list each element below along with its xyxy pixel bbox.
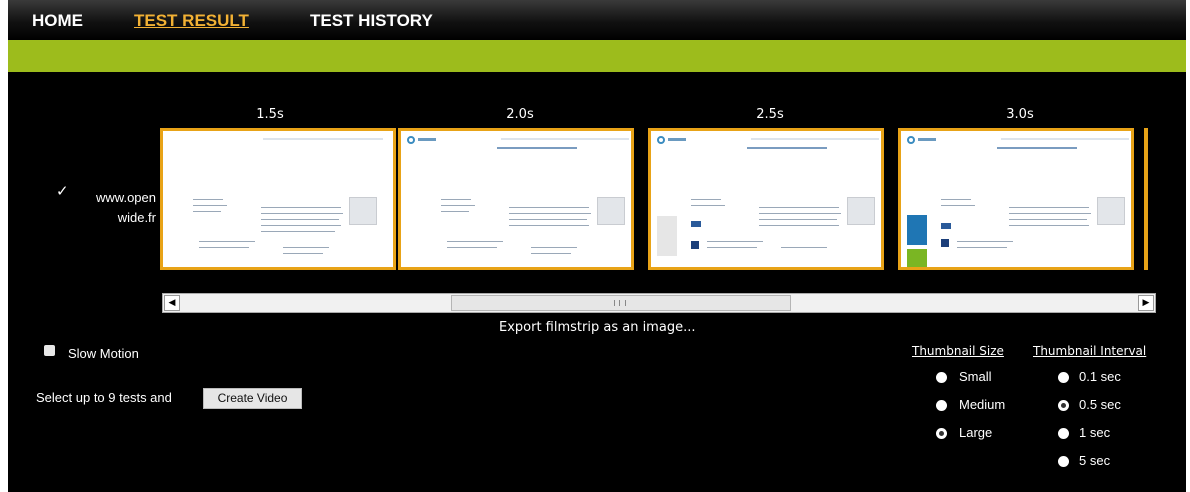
nav-test-history[interactable]: TEST HISTORY — [310, 11, 433, 31]
frame-time-label: 2.5s — [756, 107, 784, 122]
export-filmstrip-link[interactable]: Export filmstrip as an image... — [499, 320, 695, 335]
test-url-label: www.open — [96, 190, 156, 205]
radio-label: Large — [959, 425, 993, 440]
filmstrip-thumbnail[interactable] — [898, 128, 1134, 270]
frame-time-label: 3.0s — [1006, 107, 1034, 122]
frame-time-label: 1.5s — [256, 107, 284, 122]
thumbnail-interval-heading: Thumbnail Interval — [1033, 344, 1147, 358]
create-video-button[interactable]: Create Video — [203, 388, 302, 409]
test-url-label: wide.fr — [117, 210, 156, 225]
radio-interval-0-1[interactable] — [1058, 372, 1069, 383]
filmstrip-scrollbar[interactable]: ◀ ▶ — [162, 293, 1156, 313]
scroll-left-arrow-icon[interactable]: ◀ — [164, 295, 180, 311]
nav-test-result[interactable]: TEST RESULT — [134, 11, 249, 31]
scroll-right-arrow-icon[interactable]: ▶ — [1138, 295, 1154, 311]
radio-interval-5[interactable] — [1058, 456, 1069, 467]
radio-size-small[interactable] — [936, 372, 947, 383]
slow-motion-checkbox[interactable] — [44, 345, 55, 356]
radio-label: 1 sec — [1079, 425, 1111, 440]
nav-home[interactable]: HOME — [32, 11, 83, 31]
radio-label: 0.1 sec — [1079, 369, 1121, 384]
radio-label: 5 sec — [1079, 453, 1111, 468]
radio-label: 0.5 sec — [1079, 397, 1121, 412]
radio-label: Small — [959, 369, 992, 384]
next-thumbnail-edge — [1144, 128, 1148, 270]
page-frame: HOME TEST RESULT TEST HISTORY 1.5s 2.0s … — [8, 0, 1186, 492]
radio-interval-0-5[interactable] — [1058, 400, 1069, 411]
frame-time-label: 2.0s — [506, 107, 534, 122]
filmstrip-thumbnail[interactable] — [648, 128, 884, 270]
slow-motion-label: Slow Motion — [68, 346, 139, 361]
radio-label: Medium — [959, 397, 1006, 412]
top-navigation: HOME TEST RESULT TEST HISTORY — [8, 0, 1186, 40]
header-accent-bar — [8, 40, 1186, 72]
select-tests-text: Select up to 9 tests and — [36, 390, 172, 405]
filmstrip-thumbnail[interactable] — [160, 128, 396, 270]
test-select-checkbox[interactable]: ✓ — [56, 183, 72, 199]
radio-size-medium[interactable] — [936, 400, 947, 411]
filmstrip-thumbnail[interactable] — [398, 128, 634, 270]
radio-size-large[interactable] — [936, 428, 947, 439]
scrollbar-thumb[interactable] — [451, 295, 791, 311]
thumbnail-size-heading: Thumbnail Size — [912, 344, 1004, 358]
radio-interval-1[interactable] — [1058, 428, 1069, 439]
